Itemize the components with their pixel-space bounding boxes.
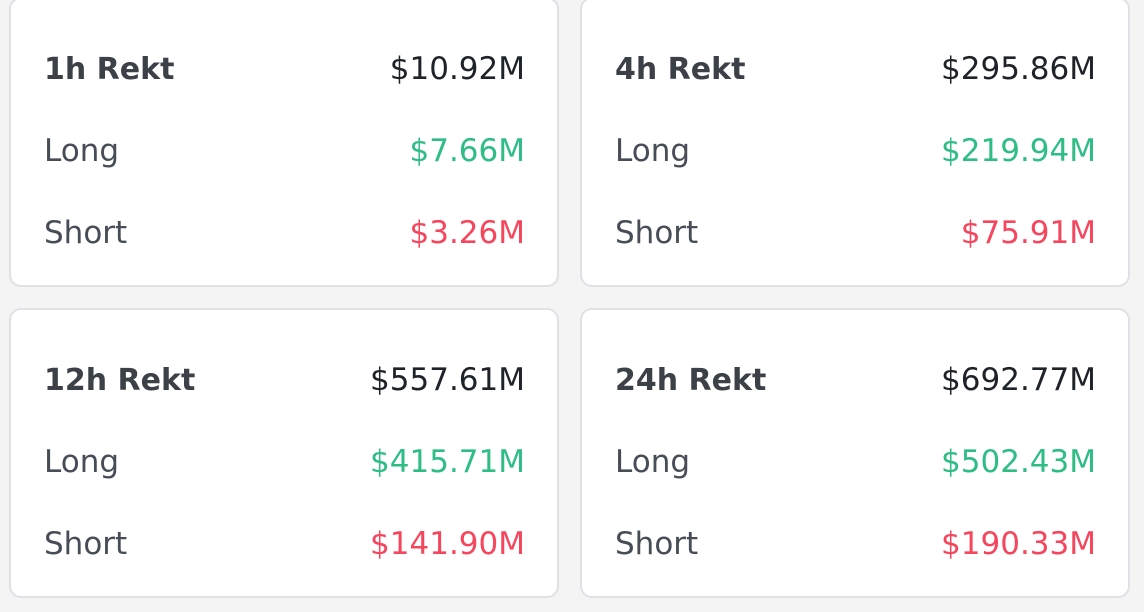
rekt-card-1h: 1h Rekt $10.92M Long $7.66M Short $3.26M: [9, 0, 559, 287]
rekt-card-4h: 4h Rekt $295.86M Long $219.94M Short $75…: [580, 0, 1130, 287]
total-row: 4h Rekt $295.86M: [615, 49, 1096, 89]
short-label: Short: [44, 526, 128, 562]
total-value: $692.77M: [941, 362, 1096, 398]
short-label: Short: [615, 215, 699, 251]
rekt-card-12h: 12h Rekt $557.61M Long $415.71M Short $1…: [9, 308, 559, 598]
short-value: $190.33M: [941, 526, 1096, 562]
short-label: Short: [615, 526, 699, 562]
short-row: Short $190.33M: [615, 524, 1096, 564]
total-row: 1h Rekt $10.92M: [44, 49, 525, 89]
short-value: $3.26M: [409, 215, 526, 251]
long-value: $502.43M: [941, 444, 1096, 480]
short-row: Short $141.90M: [44, 524, 525, 564]
card-title: 24h Rekt: [615, 362, 767, 398]
short-value: $75.91M: [960, 215, 1096, 251]
total-value: $10.92M: [389, 51, 525, 87]
long-label: Long: [615, 444, 691, 480]
card-title: 12h Rekt: [44, 362, 196, 398]
rekt-card-24h: 24h Rekt $692.77M Long $502.43M Short $1…: [580, 308, 1130, 598]
short-value: $141.90M: [370, 526, 525, 562]
long-label: Long: [44, 133, 120, 169]
long-row: Long $219.94M: [615, 131, 1096, 171]
long-row: Long $415.71M: [44, 442, 525, 482]
long-row: Long $502.43M: [615, 442, 1096, 482]
short-row: Short $75.91M: [615, 213, 1096, 253]
total-value: $295.86M: [941, 51, 1096, 87]
total-row: 24h Rekt $692.77M: [615, 360, 1096, 400]
long-value: $219.94M: [941, 133, 1096, 169]
liquidation-stats-grid: 1h Rekt $10.92M Long $7.66M Short $3.26M…: [0, 0, 1144, 612]
card-title: 4h Rekt: [615, 51, 746, 87]
card-title: 1h Rekt: [44, 51, 175, 87]
total-value: $557.61M: [370, 362, 525, 398]
long-label: Long: [615, 133, 691, 169]
short-label: Short: [44, 215, 128, 251]
long-label: Long: [44, 444, 120, 480]
long-value: $7.66M: [409, 133, 526, 169]
short-row: Short $3.26M: [44, 213, 525, 253]
long-row: Long $7.66M: [44, 131, 525, 171]
long-value: $415.71M: [370, 444, 525, 480]
total-row: 12h Rekt $557.61M: [44, 360, 525, 400]
